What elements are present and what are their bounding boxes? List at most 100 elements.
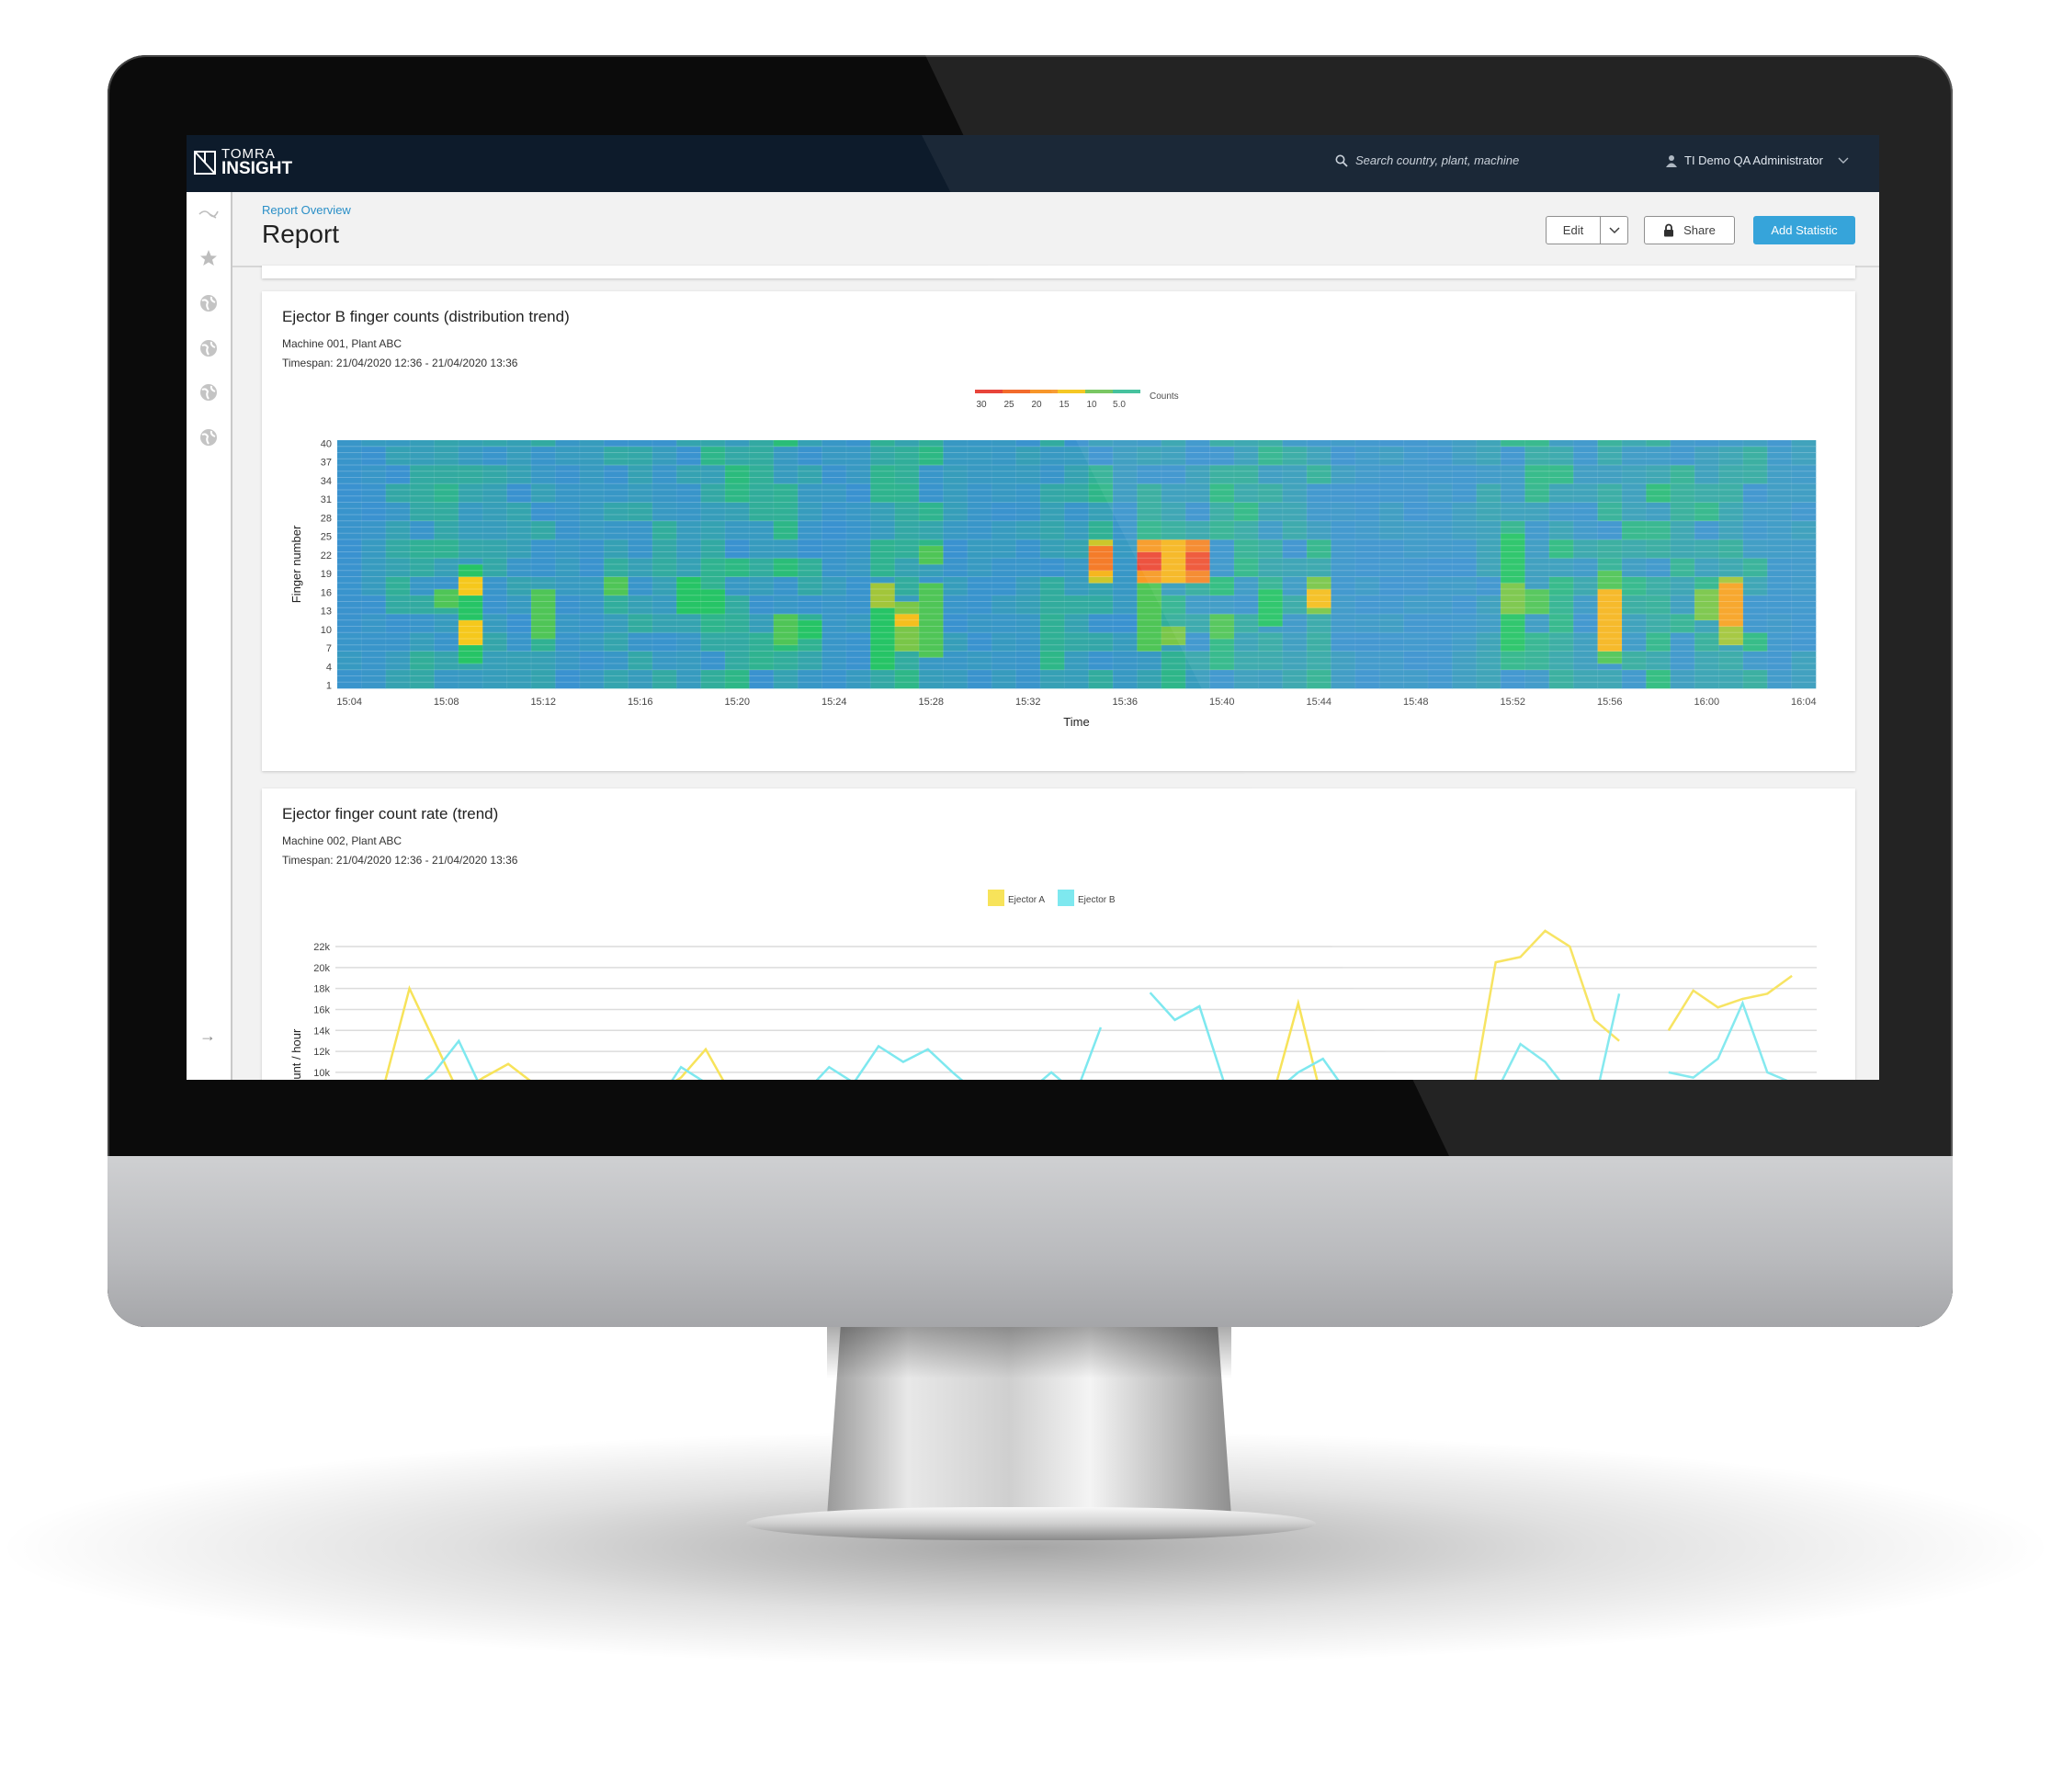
chevron-down-icon[interactable] [1838,157,1849,164]
heatmap-cell [1161,619,1186,627]
user-menu[interactable]: TI Demo QA Administrator [1666,153,1849,167]
heatmap-cell [1233,515,1259,522]
heatmap-cell [1742,495,1768,503]
heatmap-cell [1331,490,1356,497]
heatmap-cell [1476,483,1501,491]
heatmap-cell [1476,508,1501,516]
heatmap-cell [1209,595,1235,602]
add-statistic-button[interactable]: Add Statistic [1753,216,1855,244]
heatmap-cell [1354,483,1380,491]
heatmap-cell [894,583,920,590]
heatmap-cell [870,558,895,565]
heatmap-cell [1427,558,1453,565]
heatmap-cell [628,626,653,633]
heatmap-cell [385,570,411,577]
heatmap-cell [604,570,629,577]
x-tick-label: 15:28 [918,697,944,708]
heatmap-cell [1185,626,1210,633]
heatmap-cell [337,583,362,590]
heatmap-cell [1742,459,1768,466]
heatmap-cell [798,614,822,621]
heatmap-cell [410,515,435,522]
heatmap-cell [1646,607,1671,615]
heatmap-cell [1452,490,1478,497]
share-button[interactable]: Share [1644,216,1735,244]
heatmap-cell [1233,520,1259,527]
globe-icon[interactable] [198,292,220,314]
heatmap-cell [337,483,362,491]
heatmap-cell [1791,583,1817,590]
heatmap-cell [482,639,507,646]
heatmap-cell [967,639,992,646]
heatmap-cell [604,619,629,627]
search-box[interactable]: Search country, plant, machine [1335,153,1519,167]
trend-icon[interactable] [198,203,220,225]
heatmap-cell [1137,515,1162,522]
heatmap-cell [1791,471,1817,478]
heatmap-cell [1427,601,1453,608]
globe-icon[interactable] [198,381,220,403]
heatmap-cell [1113,527,1138,534]
legend-swatch [1085,390,1113,393]
heatmap-cell [1403,601,1429,608]
heatmap-cell [676,601,701,608]
star-icon[interactable] [198,247,220,269]
heatmap-cell [1767,595,1792,602]
heatmap-cell [1597,495,1623,503]
heatmap-cell [1791,520,1817,527]
heatmap-cell [845,471,871,478]
heatmap-cell [1501,682,1525,689]
heatmap-cell [1233,607,1259,615]
edit-dropdown-button[interactable] [1600,216,1628,244]
heatmap-cell [1718,471,1744,478]
expand-sidebar-icon[interactable]: → [199,1026,216,1046]
search-input[interactable]: Search country, plant, machine [1355,153,1519,167]
heatmap-cell [1161,545,1186,552]
heatmap-cell [1621,657,1647,664]
heatmap-cell [1379,533,1404,540]
heatmap-cell [628,589,653,596]
heatmap-cell [1597,589,1623,596]
globe-icon[interactable] [198,426,220,448]
heatmap-cell [1233,471,1259,478]
heatmap-cell [919,644,944,652]
heatmap-cell [1209,657,1235,664]
heatmap-cell [410,490,435,497]
heatmap-cell [1403,632,1429,640]
heatmap-cell [1476,564,1501,572]
heatmap-cell [410,520,435,527]
heatmap-cell [1621,644,1647,652]
heatmap-cell [1331,607,1356,615]
heatmap-cell [943,527,969,534]
heatmap-cell [1646,644,1671,652]
heatmap-cell [894,495,920,503]
heatmap-cell [506,626,532,633]
heatmap-cell [798,576,822,584]
x-tick-label: 15:04 [336,697,362,708]
heatmap-cell [434,502,459,509]
heatmap-cell [725,657,750,664]
heatmap-cell [1307,545,1331,552]
heatmap-cell [458,502,483,509]
heatmap-cell [531,490,556,497]
heatmap-cell [822,551,847,559]
heatmap-cell [1646,657,1671,664]
heatmap-cell [1354,657,1380,664]
edit-button[interactable]: Edit [1546,216,1601,244]
heatmap-cell [1646,651,1671,658]
heatmap-cell [1403,651,1429,658]
heatmap-cell [337,527,362,534]
heatmap-cell [1476,626,1501,633]
heatmap-cell [361,682,387,689]
tomra-insight-logo[interactable]: TOMRA INSIGHT [194,147,292,177]
heatmap-cell [531,495,556,503]
globe-icon[interactable] [198,337,220,359]
heatmap-cell [1548,527,1574,534]
heatmap-cell [1185,440,1210,448]
heatmap-cell [628,446,653,453]
heatmap-cell [1501,446,1525,453]
heatmap-cell [1379,452,1404,459]
heatmap-cell [992,452,1016,459]
breadcrumb[interactable]: Report Overview [262,203,351,217]
heatmap-cell [482,663,507,671]
